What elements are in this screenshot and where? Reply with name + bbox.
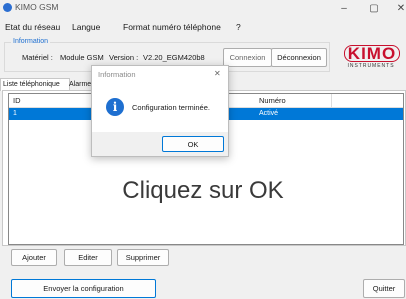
title-bar: KIMO GSM – ▢ ✕ (0, 0, 406, 15)
version-label: Version : (109, 53, 139, 62)
info-icon: i (106, 98, 124, 116)
row-numero: Activé (259, 110, 279, 117)
maximize-icon[interactable]: ▢ (368, 3, 380, 14)
information-group-title: Information (11, 38, 51, 45)
app-window: { "window": { "title": "KIMO GSM", "cont… (0, 0, 406, 299)
kimo-logo-tagline: INSTRUMENTS (347, 63, 395, 69)
column-divider (331, 94, 332, 107)
window-title: KIMO GSM (15, 2, 59, 12)
row-id: 1 (13, 110, 17, 117)
quit-button[interactable]: Quitter (363, 279, 405, 298)
materiel-value: Module GSM (60, 53, 104, 62)
dialog-title: Information (98, 70, 136, 79)
deconnexion-button[interactable]: Déconnexion (271, 48, 327, 67)
column-header-numero[interactable]: Numéro (259, 96, 286, 105)
edit-button[interactable]: Editer (64, 249, 112, 266)
kimo-logo-name: KIMO (344, 45, 400, 62)
add-button[interactable]: Ajouter (11, 249, 57, 266)
minimize-icon[interactable]: – (338, 3, 350, 14)
app-icon (3, 3, 12, 12)
dialog-message: Configuration terminée. (132, 103, 210, 112)
connexion-button[interactable]: Connexion (223, 48, 272, 67)
version-value: V2.20_EGM420b8 (143, 53, 205, 62)
delete-button[interactable]: Supprimer (117, 249, 169, 266)
overlay-instruction: Cliquez sur OK (122, 177, 284, 204)
menu-help[interactable]: ? (236, 22, 241, 32)
info-dialog: Information ✕ i Configuration terminée. … (91, 65, 229, 157)
materiel-label: Matériel : (22, 53, 53, 62)
menu-bar: Etat du réseau Langue Format numéro télé… (0, 16, 406, 32)
menu-langue[interactable]: Langue (72, 22, 100, 32)
send-config-button[interactable]: Envoyer la configuration (11, 279, 156, 298)
dialog-close-icon[interactable]: ✕ (214, 69, 221, 78)
menu-format-numero[interactable]: Format numéro téléphone (123, 22, 221, 32)
kimo-logo: KIMO INSTRUMENTS (340, 45, 402, 69)
menu-etat-reseau[interactable]: Etat du réseau (5, 22, 60, 32)
close-icon[interactable]: ✕ (396, 3, 406, 14)
column-header-id[interactable]: ID (13, 96, 21, 105)
dialog-ok-button[interactable]: OK (162, 136, 224, 152)
